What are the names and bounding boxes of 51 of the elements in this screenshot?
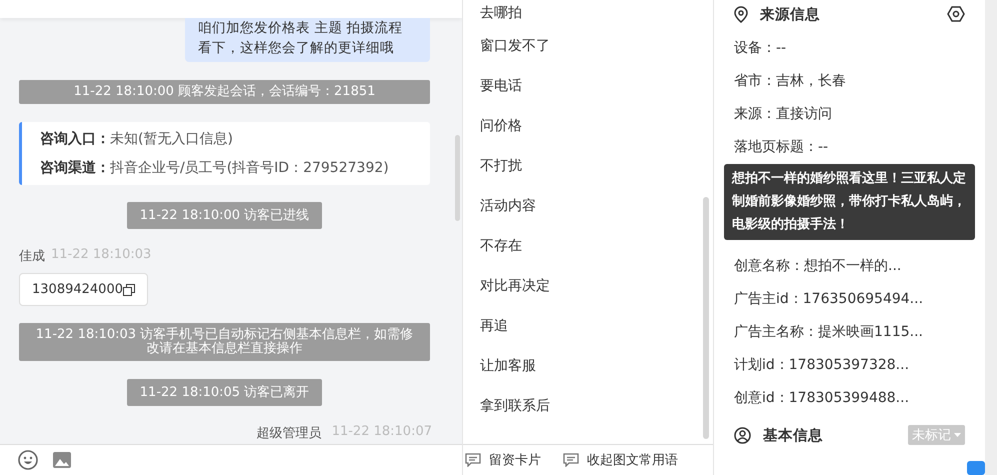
phrase-item[interactable]: 要电话 bbox=[463, 66, 713, 106]
field-value: 未知(暂无入口信息) bbox=[110, 131, 233, 147]
info-row-text: 省市：吉林，长春 bbox=[734, 72, 847, 91]
floating-button[interactable] bbox=[967, 461, 985, 475]
info-row-text: 广告主名称：提米映画1115... bbox=[734, 323, 924, 342]
phone-number: 13089424000 bbox=[32, 282, 123, 297]
user-icon bbox=[734, 426, 751, 444]
field-value: 抖音企业号/员工号(抖音号ID：279527392) bbox=[110, 160, 389, 176]
phrase-item[interactable]: 窗口发不了 bbox=[463, 26, 713, 66]
info-row-text: 创意名称：想拍不一样的... bbox=[734, 257, 902, 276]
emoji-icon[interactable] bbox=[18, 450, 38, 470]
sender-name: 佳成 bbox=[19, 248, 45, 265]
message-time: 11-22 18:10:07 bbox=[332, 424, 432, 441]
info-row-text: 落地页标题：-- bbox=[734, 138, 830, 157]
system-notice: 11-22 18:10:00 顾客发起会话，会话编号：21851 bbox=[19, 80, 430, 104]
message-icon bbox=[563, 453, 579, 467]
field-label: 咨询入口： bbox=[40, 131, 110, 147]
tooltip: 想拍不一样的婚纱照看这里！三亚私人定制婚前影像婚纱照，带你打卡私人岛屿，电影级的拍摄手法！ bbox=[724, 164, 975, 240]
phrase-item[interactable]: 拿到联系后 bbox=[463, 386, 713, 426]
info-row-text: 来源：直接访问 bbox=[734, 105, 833, 124]
scrollbar[interactable] bbox=[455, 135, 460, 221]
caret-icon bbox=[954, 433, 961, 437]
phrase-item[interactable]: 再追 bbox=[463, 306, 713, 346]
section-title: 基本信息 bbox=[763, 426, 823, 444]
info-row-text: 广告主id：176350695494... bbox=[734, 290, 924, 309]
message-time: 11-22 18:10:03 bbox=[51, 247, 152, 264]
system-notice: 11-22 18:10:03 访客手机号已自动标记右侧基本信息栏，如需修改请在基本信息栏直接操作 bbox=[19, 323, 430, 361]
phrase-item[interactable]: 不存在 bbox=[463, 226, 713, 266]
phrase-item[interactable]: 活动内容 bbox=[463, 186, 713, 226]
toolbar-button[interactable]: 留资卡片 bbox=[465, 451, 541, 469]
info-row-text: 设备：-- bbox=[734, 39, 788, 58]
section-title: 来源信息 bbox=[760, 6, 820, 24]
image-icon[interactable] bbox=[52, 451, 72, 469]
sender-name: 超级管理员 bbox=[256, 425, 322, 442]
system-notice: 11-22 18:10:00 访客已进线 bbox=[126, 202, 322, 229]
message-bubble: 咱们加您发价格表 主题 拍摄流程看下，这样您会了解的更详细哦 bbox=[185, 18, 430, 62]
copy-icon[interactable] bbox=[122, 284, 135, 296]
location-pin-icon bbox=[734, 6, 748, 22]
phrase-item[interactable]: 对比再决定 bbox=[463, 266, 713, 306]
info-row-text: 创意id：178305399488... bbox=[734, 389, 910, 408]
field-label: 咨询渠道： bbox=[40, 160, 110, 176]
phrase-item[interactable]: 让加客服 bbox=[463, 346, 713, 386]
settings-icon[interactable] bbox=[947, 6, 965, 22]
phrase-item[interactable]: 去哪拍 bbox=[463, 0, 713, 26]
info-row-text: 计划id：178305397328... bbox=[734, 356, 910, 375]
phrase-item[interactable]: 不打扰 bbox=[463, 146, 713, 186]
scrollbar[interactable] bbox=[703, 197, 709, 439]
toolbar-button[interactable]: 收起图文常用语 bbox=[563, 451, 678, 469]
phrase-item[interactable]: 问价格 bbox=[463, 106, 713, 146]
system-notice: 11-22 18:10:05 访客已离开 bbox=[126, 379, 322, 406]
message-icon bbox=[465, 453, 481, 467]
